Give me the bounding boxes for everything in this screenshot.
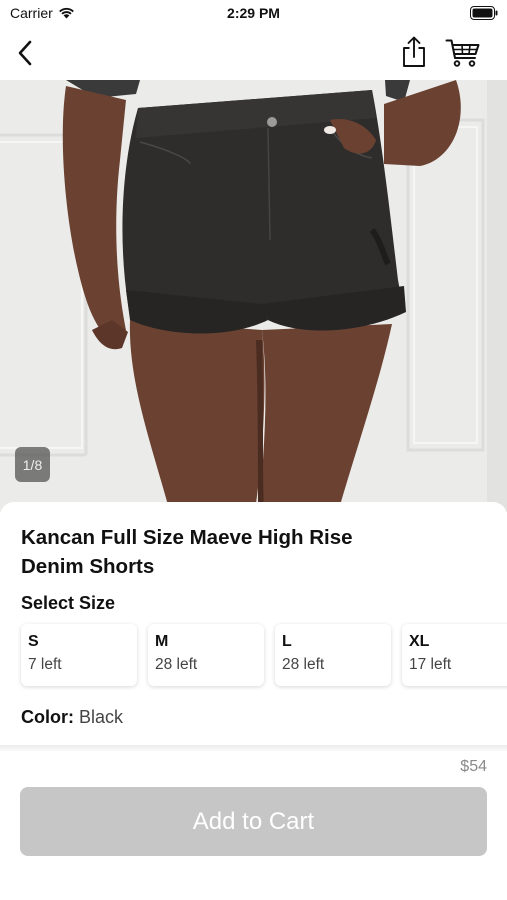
cart-button[interactable] — [442, 34, 484, 72]
size-label: M — [155, 633, 169, 650]
product-info-sheet: Kancan Full Size Maeve High Rise Denim S… — [0, 502, 507, 748]
back-button[interactable] — [8, 34, 42, 72]
share-button[interactable] — [396, 32, 432, 72]
image-counter: 1/8 — [15, 447, 50, 482]
color-row: Color: Black — [21, 707, 123, 728]
chevron-left-icon — [18, 40, 32, 66]
status-time: 2:29 PM — [227, 5, 280, 21]
color-label: Color: — [21, 707, 74, 727]
product-title-line2: Denim Shorts — [21, 555, 155, 578]
price-label: $54 — [460, 758, 487, 775]
cart-icon — [445, 39, 480, 67]
size-label: XL — [409, 633, 430, 650]
nav-bar — [0, 28, 507, 80]
size-option-l[interactable]: L 28 left — [275, 624, 391, 686]
size-option-m[interactable]: M 28 left — [148, 624, 264, 686]
footer-divider — [0, 745, 507, 751]
size-options: S 7 left M 28 left L 28 left XL 17 left — [21, 624, 507, 686]
size-stock: 17 left — [409, 656, 452, 673]
size-heading: Select Size — [21, 593, 116, 613]
size-option-s[interactable]: S 7 left — [21, 624, 137, 686]
size-stock: 28 left — [282, 656, 325, 673]
size-stock: 28 left — [155, 656, 198, 673]
size-stock: 7 left — [28, 656, 62, 673]
status-bar: Carrier 2:29 PM — [0, 0, 507, 28]
product-title: Kancan Full Size Maeve High Rise Denim S… — [21, 523, 421, 581]
product-image[interactable]: 1/8 — [0, 80, 507, 512]
size-label: S — [28, 633, 39, 650]
color-value: Black — [79, 707, 124, 727]
size-option-xl[interactable]: XL 17 left — [402, 624, 507, 686]
add-to-cart-button[interactable]: Add to Cart — [20, 787, 487, 856]
share-icon — [403, 36, 425, 67]
product-photo — [0, 80, 507, 512]
battery-icon — [470, 6, 498, 20]
product-title-line1: Kancan Full Size Maeve High Rise — [21, 526, 353, 549]
size-label: L — [282, 633, 292, 650]
